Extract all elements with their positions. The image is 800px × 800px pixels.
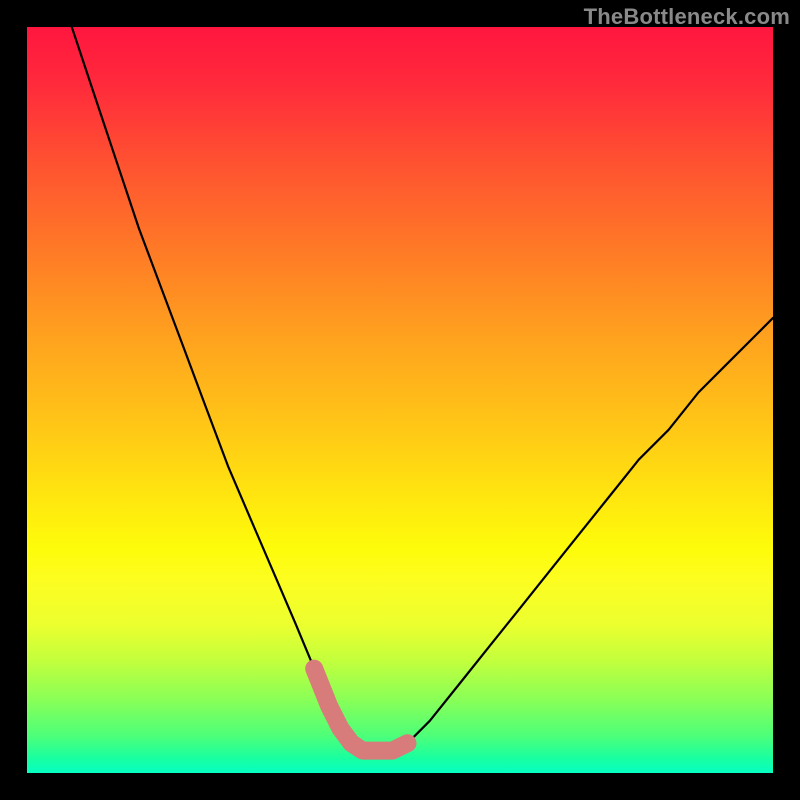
highlight-segment-path [314,669,407,751]
curve-overlay [27,27,773,773]
plot-area [27,27,773,773]
bottleneck-curve-path [72,27,773,751]
chart-frame: TheBottleneck.com [0,0,800,800]
